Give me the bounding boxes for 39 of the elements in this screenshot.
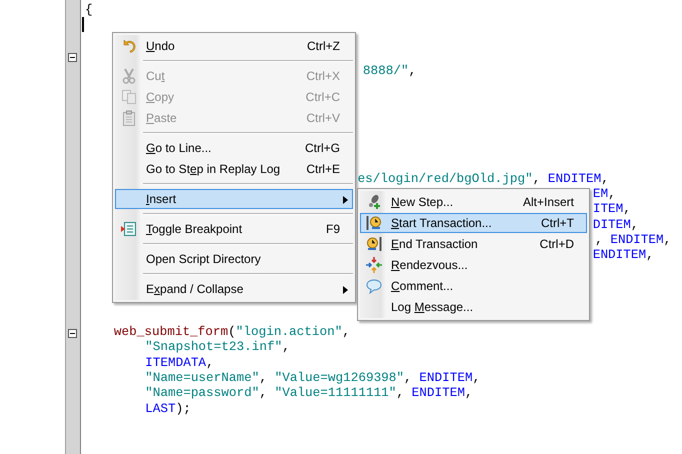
code-line: ITEM, — [592, 201, 631, 217]
code-line: "Name=userName", "Value=wg1269398", ENDITEM, — [145, 370, 480, 386]
code-line: web_submit_form("login.action", — [114, 324, 350, 340]
fold-toggle[interactable] — [68, 328, 77, 338]
code-line: es/login/red/bgOld.jpg", ENDITEM, — [358, 170, 609, 186]
menu-item[interactable]: Toggle Breakpoint F9 — [115, 219, 353, 239]
menu-item[interactable]: Comment... — [360, 276, 587, 296]
breakpoint-icon — [121, 221, 137, 237]
menu-item[interactable]: Start Transaction... Ctrl+T — [360, 213, 587, 233]
scissors-icon — [121, 68, 137, 84]
footprint-icon — [366, 194, 382, 210]
clock-icon — [366, 215, 382, 231]
clipboard-icon — [121, 110, 137, 126]
menu-item[interactable]: Undo Ctrl+Z — [115, 36, 353, 56]
menu-item[interactable]: New Step... Alt+Insert — [360, 192, 587, 212]
arrows-icon — [366, 257, 382, 273]
code-line: "Snapshot=t23.inf", — [145, 339, 290, 355]
code-line: ENDITEM, — [592, 247, 654, 263]
menu-item[interactable]: Go to Line... Ctrl+G — [115, 138, 353, 158]
menu-item[interactable]: Open Script Directory — [115, 249, 353, 269]
copy-icon — [121, 89, 137, 105]
menu-item[interactable]: End Transaction Ctrl+D — [360, 234, 587, 254]
menu-item[interactable]: Expand / Collapse — [115, 279, 353, 299]
code-line: EM, — [592, 186, 616, 202]
code-line: 8888/", — [362, 63, 416, 79]
code-line: , ENDITEM, — [595, 232, 672, 248]
menu-item[interactable]: Insert — [115, 189, 353, 209]
menu-item[interactable]: Log Message... — [360, 297, 587, 317]
undo-icon — [121, 38, 137, 54]
code-line: LAST); — [145, 400, 191, 416]
code-line: "Name=password", "Value=11111111", ENDITEM, — [145, 385, 473, 401]
code-line: { — [85, 2, 93, 18]
clock-icon — [366, 236, 382, 252]
fold-toggle[interactable] — [68, 52, 77, 62]
speech-bubble-icon — [366, 278, 382, 294]
code-line: ITEMDATA, — [145, 354, 214, 370]
menu-item[interactable]: Go to Step in Replay Log Ctrl+E — [115, 159, 353, 179]
menu-item[interactable]: Rendezvous... — [360, 255, 587, 275]
code-line: DITEM, — [592, 216, 639, 232]
